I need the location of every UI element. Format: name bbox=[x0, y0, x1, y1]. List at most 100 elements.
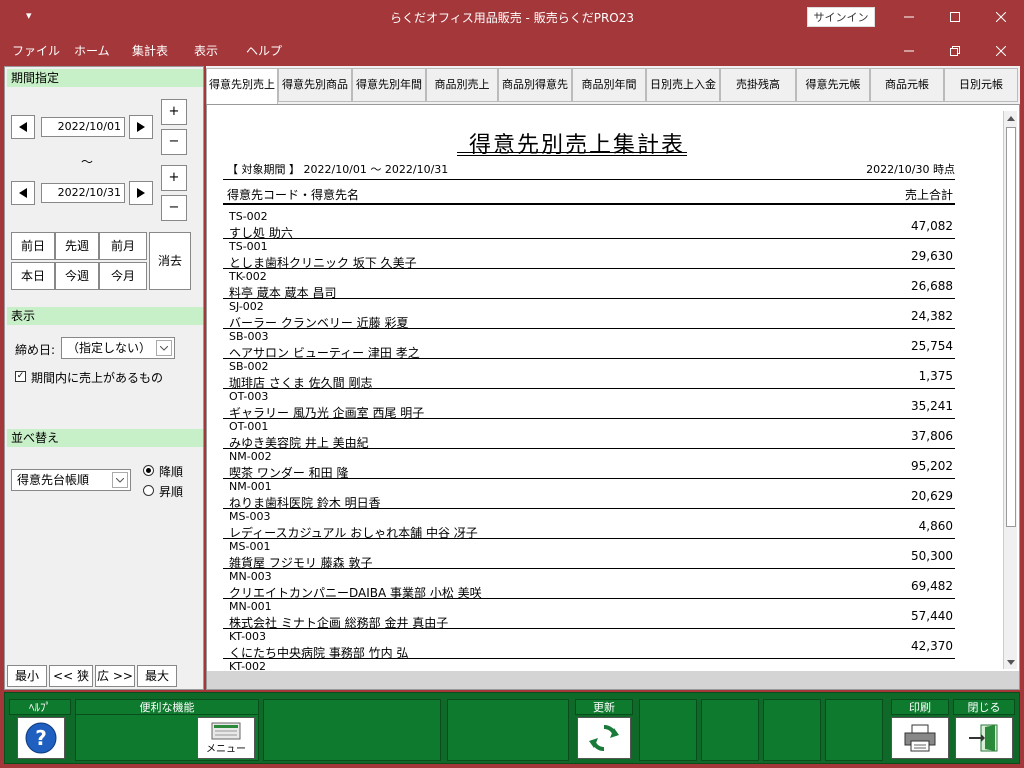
zoom-narrow-button[interactable]: << 狭 bbox=[49, 665, 93, 687]
date-to-next-button[interactable] bbox=[129, 181, 153, 205]
tab-receivables[interactable]: 売掛残高 bbox=[720, 68, 796, 102]
report-period: 【 対象期間 】 2022/10/01 ～ 2022/10/31 bbox=[227, 163, 449, 176]
printer-icon bbox=[904, 724, 936, 752]
table-row: SB-002 珈琲店 さくま 佐久間 剛志 1,375 bbox=[223, 359, 955, 390]
doc-close-button[interactable] bbox=[978, 39, 1024, 63]
last-week-button[interactable]: 先週 bbox=[55, 232, 99, 260]
table-row: MN-001 株式会社 ミナト企画 総務部 金井 真由子 57,440 bbox=[223, 599, 955, 630]
customer-code: TS-002 bbox=[229, 210, 268, 223]
table-row: OT-001 みゆき美容院 井上 美由紀 37,806 bbox=[223, 419, 955, 450]
tab-product-annual[interactable]: 商品別年間 bbox=[572, 68, 646, 102]
sales-total: 42,370 bbox=[911, 639, 953, 653]
close-icon bbox=[996, 46, 1006, 56]
tab-product-sales[interactable]: 商品別売上 bbox=[426, 68, 498, 102]
date-from-prev-button[interactable] bbox=[11, 115, 35, 139]
tab-customer-sales[interactable]: 得意先別売上 bbox=[206, 68, 278, 104]
date-from-next-button[interactable] bbox=[129, 115, 153, 139]
sales-in-period-checkbox[interactable]: ✓ bbox=[15, 371, 26, 382]
svg-text:?: ? bbox=[35, 726, 47, 750]
this-week-button[interactable]: 今週 bbox=[55, 262, 99, 290]
zoom-bar: 最小 << 狭 広 >> 最大 bbox=[7, 665, 203, 687]
help-button[interactable]: ? bbox=[17, 717, 65, 759]
minimize-button[interactable] bbox=[886, 0, 932, 34]
scroll-down-icon[interactable] bbox=[1004, 655, 1018, 669]
date-to-plus-button[interactable]: + bbox=[161, 165, 187, 191]
doc-restore-button[interactable] bbox=[932, 39, 978, 63]
empty-panel bbox=[639, 699, 697, 761]
clear-button[interactable]: 消去 bbox=[149, 232, 191, 290]
zoom-max-button[interactable]: 最大 bbox=[137, 665, 177, 687]
display-header: 表示 bbox=[7, 307, 203, 325]
sales-total: 69,482 bbox=[911, 579, 953, 593]
sort-asc-radio[interactable] bbox=[143, 485, 154, 496]
customer-code: NM-001 bbox=[229, 480, 272, 493]
tab-customer-annual[interactable]: 得意先別年間 bbox=[352, 68, 426, 102]
customer-code: SB-002 bbox=[229, 360, 269, 373]
doc-minimize-button[interactable] bbox=[886, 39, 932, 63]
this-month-button[interactable]: 今月 bbox=[99, 262, 147, 290]
last-month-button[interactable]: 前月 bbox=[99, 232, 147, 260]
sales-total: 26,688 bbox=[911, 279, 953, 293]
sort-desc-radio[interactable] bbox=[143, 465, 154, 476]
date-from-plus-button[interactable]: + bbox=[161, 99, 187, 125]
date-to-input[interactable]: 2022/10/31 bbox=[41, 183, 125, 203]
print-button[interactable] bbox=[891, 717, 949, 759]
maximize-button[interactable] bbox=[932, 0, 978, 34]
scroll-thumb[interactable] bbox=[1006, 127, 1016, 527]
tab-customer-products[interactable]: 得意先別商品 bbox=[278, 68, 352, 102]
title-underline bbox=[457, 152, 687, 153]
tab-customer-ledger[interactable]: 得意先元帳 bbox=[796, 68, 870, 102]
range-tilde: ～ bbox=[81, 155, 94, 169]
sales-total: 47,082 bbox=[911, 219, 953, 233]
menu-help[interactable]: ヘルプ bbox=[246, 42, 282, 59]
tab-product-ledger[interactable]: 商品元帳 bbox=[870, 68, 944, 102]
menu-home[interactable]: ホーム bbox=[74, 42, 110, 59]
zoom-wide-button[interactable]: 広 >> bbox=[95, 665, 135, 687]
customer-code: KT-003 bbox=[229, 630, 267, 643]
table-row: TS-001 としま歯科クリニック 坂下 久美子 29,630 bbox=[223, 239, 955, 270]
close-button[interactable] bbox=[955, 717, 1013, 759]
features-label: 便利な機能 bbox=[75, 699, 259, 715]
chevron-down-icon[interactable] bbox=[156, 340, 172, 356]
table-row: NM-001 ねりま歯科医院 鈴木 明日香 20,629 bbox=[223, 479, 955, 510]
vertical-scrollbar[interactable] bbox=[1003, 111, 1017, 669]
empty-panel bbox=[447, 699, 569, 761]
customer-code: OT-003 bbox=[229, 390, 269, 403]
zoom-min-button[interactable]: 最小 bbox=[7, 665, 47, 687]
close-window-button[interactable] bbox=[978, 0, 1024, 34]
prev-day-button[interactable]: 前日 bbox=[11, 232, 55, 260]
signin-button[interactable]: サインイン bbox=[807, 7, 875, 27]
refresh-button[interactable] bbox=[577, 717, 631, 759]
menu-icon bbox=[211, 722, 241, 739]
tab-daily-sales-deposits[interactable]: 日別売上入金 bbox=[646, 68, 720, 102]
date-from-input[interactable]: 2022/10/01 bbox=[41, 117, 125, 137]
table-row: NM-002 喫茶 ワンダー 和田 隆 95,202 bbox=[223, 449, 955, 480]
sales-total: 57,440 bbox=[911, 609, 953, 623]
sort-header: 並べ替え bbox=[7, 429, 203, 447]
date-to-prev-button[interactable] bbox=[11, 181, 35, 205]
table-row: MN-003 クリエイトカンパニーDAIBA 事業部 小松 美咲 69,482 bbox=[223, 569, 955, 600]
tab-product-customers[interactable]: 商品別得意先 bbox=[498, 68, 572, 102]
menu-button[interactable]: メニュー bbox=[197, 717, 255, 759]
chevron-down-icon[interactable] bbox=[112, 472, 128, 488]
customer-code: MS-001 bbox=[229, 540, 271, 553]
menu-view[interactable]: 表示 bbox=[194, 42, 218, 59]
table-row: SB-003 ヘアサロン ビューティー 津田 孝之 25,754 bbox=[223, 329, 955, 360]
sort-select[interactable]: 得意先台帳順 bbox=[11, 469, 131, 491]
empty-panel bbox=[701, 699, 759, 761]
exit-door-icon bbox=[969, 724, 998, 752]
tab-daily-ledger[interactable]: 日別元帳 bbox=[944, 68, 1018, 102]
report-area: 得意先別売上集計表 【 対象期間 】 2022/10/01 ～ 2022/10/… bbox=[206, 104, 1020, 690]
menu-file[interactable]: ファイル bbox=[12, 42, 60, 59]
scroll-up-icon[interactable] bbox=[1004, 111, 1018, 125]
date-from-minus-button[interactable]: − bbox=[161, 129, 187, 155]
sales-total: 35,241 bbox=[911, 399, 953, 413]
cutoff-select[interactable]: （指定しない） bbox=[61, 337, 175, 359]
today-button[interactable]: 本日 bbox=[11, 262, 55, 290]
customer-code: TK-002 bbox=[229, 270, 267, 283]
sort-asc-label: 昇順 bbox=[159, 485, 184, 499]
report-asof: 2022/10/30 時点 bbox=[866, 163, 955, 176]
date-to-minus-button[interactable]: − bbox=[161, 195, 187, 221]
menu-summary[interactable]: 集計表 bbox=[132, 42, 168, 59]
help-icon: ? bbox=[25, 722, 57, 754]
